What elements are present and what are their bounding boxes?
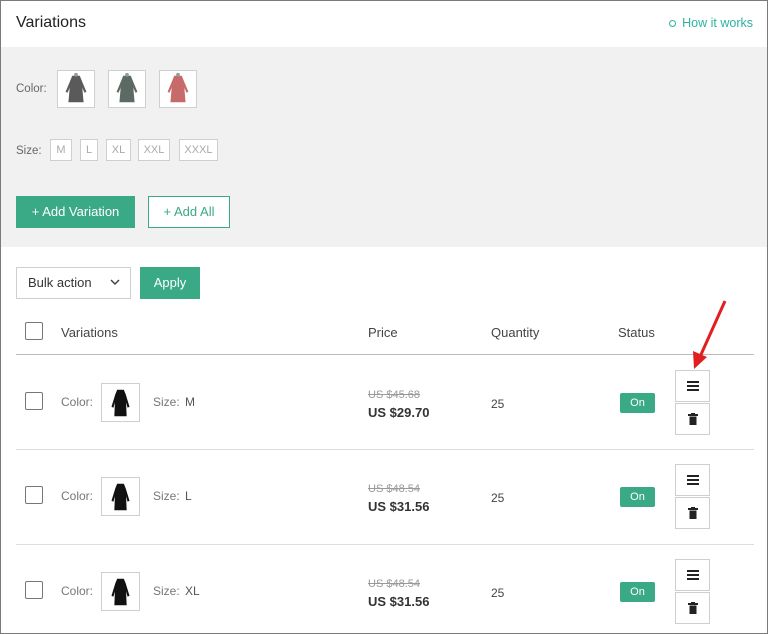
bulk-action-select[interactable]: Bulk action	[16, 267, 131, 299]
dress-icon	[111, 389, 130, 417]
row-size-label: Size:	[153, 489, 180, 503]
sale-price[interactable]: US $29.70	[368, 405, 429, 420]
color-swatch-3[interactable]	[159, 70, 197, 108]
menu-icon	[686, 570, 699, 580]
quantity-value[interactable]: 25	[491, 397, 504, 411]
annotation-arrow-icon	[693, 300, 727, 369]
row-size-value: XL	[185, 584, 200, 598]
delete-button[interactable]	[675, 403, 710, 435]
status-toggle[interactable]: On	[620, 393, 655, 413]
dress-icon	[65, 72, 87, 103]
dress-icon	[111, 578, 130, 606]
panel-header: Variations How it works	[1, 1, 767, 47]
color-swatch-2[interactable]	[108, 70, 146, 108]
variation-thumbnail	[101, 572, 140, 611]
row-color-label: Color:	[61, 584, 94, 598]
sale-price[interactable]: US $31.56	[368, 499, 429, 514]
size-chip-m[interactable]: M	[50, 139, 72, 161]
variation-thumbnail	[101, 477, 140, 516]
row-checkbox[interactable]	[25, 486, 43, 504]
row-size-value: M	[185, 395, 195, 409]
menu-icon	[686, 475, 699, 485]
color-swatch-1[interactable]	[57, 70, 95, 108]
circle-icon	[669, 19, 677, 27]
menu-button[interactable]	[675, 464, 710, 496]
row-checkbox[interactable]	[25, 392, 43, 410]
quantity-value[interactable]: 25	[491, 586, 504, 600]
apply-button[interactable]: Apply	[140, 267, 200, 299]
delete-button[interactable]	[675, 497, 710, 529]
row-color-label: Color:	[61, 489, 94, 503]
old-price: US $45.68	[368, 389, 420, 401]
row-size-label: Size:	[153, 395, 180, 409]
size-chip-xl[interactable]: XL	[106, 139, 131, 161]
table-row: Color: Size: M US $45.68 US $29.70 25 On	[16, 356, 754, 450]
size-chip-xxxl[interactable]: XXXL	[179, 139, 218, 161]
status-toggle[interactable]: On	[620, 487, 655, 507]
size-chip-xxl[interactable]: XXL	[138, 139, 170, 161]
dress-icon	[116, 72, 138, 103]
row-size-label: Size:	[153, 584, 180, 598]
status-toggle[interactable]: On	[620, 582, 655, 602]
menu-button[interactable]	[675, 559, 710, 591]
add-variation-button[interactable]: + Add Variation	[16, 196, 135, 228]
add-all-button[interactable]: + Add All	[148, 196, 230, 228]
row-color-label: Color:	[61, 395, 94, 409]
color-label: Color:	[16, 83, 47, 95]
header-price: Price	[368, 325, 398, 340]
delete-button[interactable]	[675, 592, 710, 624]
menu-icon	[686, 381, 699, 391]
row-size-value: L	[185, 489, 192, 503]
header-variations: Variations	[61, 325, 118, 340]
page-title: Variations	[16, 14, 86, 31]
table-header: Variations Price Quantity Status	[16, 315, 754, 355]
variations-panel: Variations How it works Color: Size: M L…	[0, 0, 768, 634]
dress-icon	[167, 72, 189, 103]
attribute-panel: Color: Size: M L XL XXL XXXL + Add Varia…	[1, 47, 767, 247]
old-price: US $48.54	[368, 483, 420, 495]
header-quantity: Quantity	[491, 325, 540, 340]
how-it-works-link[interactable]: How it works	[669, 16, 753, 30]
old-price: US $48.54	[368, 578, 420, 590]
bulk-action-label: Bulk action	[28, 275, 92, 290]
table-row: Color: Size: L US $48.54 US $31.56 25 On	[16, 451, 754, 545]
header-status: Status	[618, 325, 655, 340]
chevron-down-icon	[110, 279, 120, 286]
how-it-works-label: How it works	[682, 16, 753, 30]
size-label: Size:	[16, 145, 42, 157]
size-chip-l[interactable]: L	[80, 139, 98, 161]
trash-icon	[687, 602, 698, 614]
table-row: Color: Size: XL US $48.54 US $31.56 25 O…	[16, 546, 754, 633]
quantity-value[interactable]: 25	[491, 491, 504, 505]
row-checkbox[interactable]	[25, 581, 43, 599]
variation-thumbnail	[101, 383, 140, 422]
sale-price[interactable]: US $31.56	[368, 594, 429, 609]
select-all-checkbox[interactable]	[25, 322, 43, 340]
dress-icon	[111, 483, 130, 511]
trash-icon	[687, 413, 698, 425]
trash-icon	[687, 507, 698, 519]
